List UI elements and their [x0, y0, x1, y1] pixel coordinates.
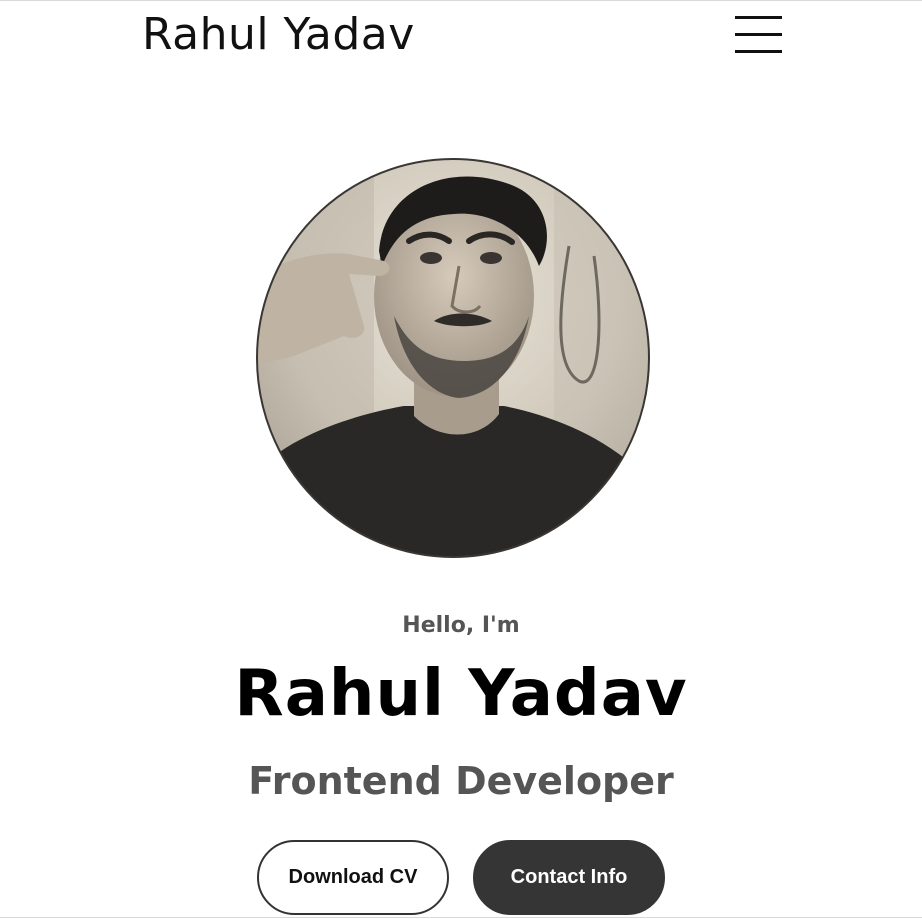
- hero-name-heading: Rahul Yadav: [234, 657, 688, 731]
- profile-photo: [254, 156, 652, 560]
- menu-bar: [735, 16, 782, 19]
- hamburger-menu-icon[interactable]: [735, 16, 782, 54]
- menu-bar: [735, 33, 782, 36]
- role-subtitle: Frontend Developer: [248, 759, 674, 803]
- portfolio-page: Rahul Yadav Hello, I'm Rahul Yadav Front…: [0, 0, 922, 919]
- menu-bar: [735, 50, 782, 53]
- profile-photo-illustration: [256, 158, 650, 558]
- contact-info-button[interactable]: Contact Info: [473, 840, 665, 915]
- divider: [0, 917, 922, 918]
- download-cv-button[interactable]: Download CV: [257, 840, 449, 915]
- site-brand[interactable]: Rahul Yadav: [142, 9, 415, 61]
- greeting-text: Hello, I'm: [402, 613, 520, 638]
